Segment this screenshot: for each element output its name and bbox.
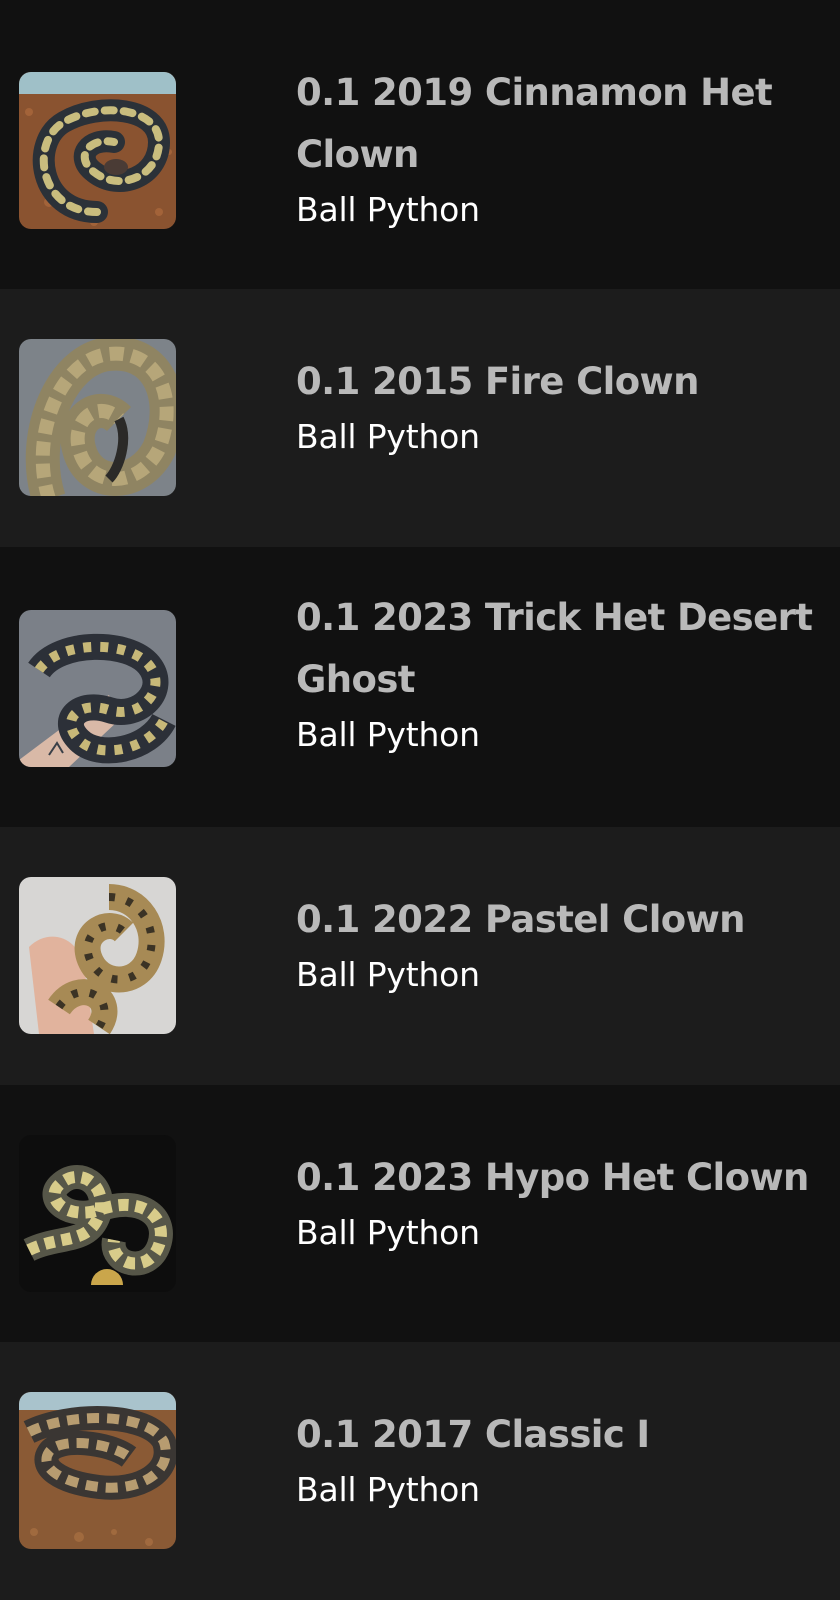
listing-info: 0.1 2023 Trick Het Desert Ghost Ball Pyt…: [296, 587, 822, 759]
listing-species: Ball Python: [296, 1470, 480, 1509]
list-item[interactable]: 0.1 2015 Fire Clown Ball Python: [0, 289, 840, 547]
listing-species: Ball Python: [296, 1213, 480, 1252]
list-item[interactable]: 0.1 2023 Hypo Het Clown Ball Python: [0, 1085, 840, 1342]
listing-photo: [19, 1392, 176, 1549]
listing-title: 0.1 2017 Classic I: [296, 1413, 650, 1456]
listing-title: 0.1 2023 Hypo Het Clown: [296, 1156, 809, 1199]
listing-title: 0.1 2023 Trick Het Desert Ghost: [296, 596, 813, 701]
snake-photo-6: [19, 1392, 176, 1549]
list-item[interactable]: 0.1 2023 Trick Het Desert Ghost Ball Pyt…: [0, 547, 840, 827]
listing-info: 0.1 2019 Cinnamon Het Clown Ball Python: [296, 62, 822, 234]
listing-species: Ball Python: [296, 955, 480, 994]
list-item[interactable]: 0.1 2019 Cinnamon Het Clown Ball Python: [0, 0, 840, 289]
list-item[interactable]: 0.1 2022 Pastel Clown Ball Python: [0, 827, 840, 1085]
listing-info: 0.1 2023 Hypo Het Clown Ball Python: [296, 1147, 822, 1257]
snake-photo-3: [19, 610, 176, 767]
listing-title: 0.1 2015 Fire Clown: [296, 360, 699, 403]
listing-photo: [19, 1135, 176, 1292]
listing-info: 0.1 2015 Fire Clown Ball Python: [296, 351, 822, 461]
snake-photo-5: [19, 1135, 176, 1292]
listing-photo: [19, 72, 176, 229]
listing-photo: [19, 610, 176, 767]
listing-species: Ball Python: [296, 417, 480, 456]
listing-species: Ball Python: [296, 715, 480, 754]
listing-title: 0.1 2019 Cinnamon Het Clown: [296, 71, 773, 176]
listing-photo: [19, 339, 176, 496]
list-item[interactable]: 0.1 2017 Classic I Ball Python: [0, 1342, 840, 1600]
listing-info: 0.1 2022 Pastel Clown Ball Python: [296, 889, 822, 999]
snake-photo-2: [19, 339, 176, 496]
listing-species: Ball Python: [296, 190, 480, 229]
listing-title: 0.1 2022 Pastel Clown: [296, 898, 746, 941]
snake-photo-1: [19, 72, 176, 229]
snake-photo-4: [19, 877, 176, 1034]
listing-photo: [19, 877, 176, 1034]
listing-info: 0.1 2017 Classic I Ball Python: [296, 1404, 822, 1514]
animal-listing: 0.1 2019 Cinnamon Het Clown Ball Python …: [0, 0, 840, 1600]
